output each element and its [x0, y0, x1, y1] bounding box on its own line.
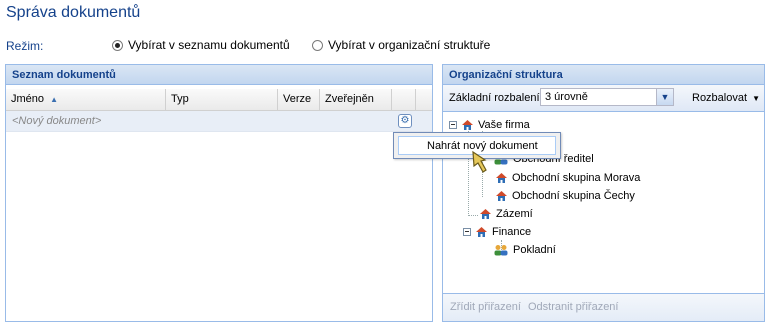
gear-icon[interactable]: ⚙	[398, 114, 412, 128]
expand-level-value: 3 úrovně	[545, 91, 588, 103]
mode-label: Režim:	[6, 39, 44, 53]
mode-radio-org[interactable]: Vybírat v organizační struktuře	[312, 38, 490, 52]
column-header-name[interactable]: Jméno ▲	[6, 89, 166, 110]
radio-unselected-icon[interactable]	[312, 39, 323, 51]
tree-node-sales-group-moravia[interactable]: Obchodní skupina Morava	[495, 172, 640, 184]
collapse-icon[interactable]	[449, 121, 457, 129]
column-header-type[interactable]: Typ	[166, 89, 278, 110]
remove-assignment-button[interactable]: Odstranit přiřazení	[528, 301, 618, 313]
expand-level-label: Základní rozbalení:	[449, 92, 543, 104]
tree-node-label: Pokladní	[513, 244, 556, 256]
org-footer-toolbar: Zřídit přiřazení Odstranit přiřazení	[443, 293, 764, 321]
column-header-version-label: Verze	[283, 93, 312, 105]
org-structure-panel: Organizační struktura Základní rozbalení…	[442, 64, 765, 322]
building-icon	[462, 120, 473, 130]
mode-radio-org-label: Vybírat v organizační struktuře	[328, 38, 491, 52]
tree-node-label: Vaše firma	[478, 119, 530, 131]
tree-node-sales-group-bohemia[interactable]: Obchodní skupina Čechy	[495, 190, 635, 202]
column-header-actions	[392, 89, 416, 110]
tree-node-label: Zázemí	[496, 208, 533, 220]
new-document-placeholder: <Nový dokument>	[12, 115, 102, 127]
mouse-cursor-icon	[472, 150, 487, 173]
tree-node-your-company[interactable]: Vaše firma	[449, 119, 530, 131]
column-header-type-label: Typ	[171, 93, 189, 105]
people-icon	[494, 245, 508, 256]
tree-node-finance[interactable]: Finance	[463, 226, 531, 238]
column-header-published-label: Zveřejněn	[325, 93, 374, 105]
building-icon	[496, 191, 507, 201]
column-header-published[interactable]: Zveřejněn	[320, 89, 392, 110]
tree-node-label: Obchodní skupina Čechy	[512, 190, 635, 202]
building-icon	[480, 209, 491, 219]
documents-panel: Seznam dokumentů Jméno ▲ Typ Verze Zveře…	[5, 64, 433, 322]
expand-menu-button-label: Rozbalovat	[692, 92, 748, 104]
sort-asc-icon: ▲	[50, 95, 59, 104]
expand-menu-button[interactable]: Rozbalovat ▼	[692, 92, 760, 104]
org-toolbar: Základní rozbalení: 3 úrovně ▼ Rozbalova…	[443, 85, 764, 112]
mode-radio-documents-label: Vybírat v seznamu dokumentů	[128, 38, 290, 52]
tree-node-cashier[interactable]: Pokladní	[493, 244, 556, 256]
tree-connector	[468, 215, 478, 216]
new-document-row[interactable]: <Nový dokument> ⚙	[6, 111, 432, 132]
expand-level-select[interactable]: 3 úrovně ▼	[540, 88, 674, 106]
org-structure-panel-title: Organizační struktura	[443, 65, 764, 85]
page-title: Správa dokumentů	[6, 4, 141, 21]
collapse-icon[interactable]	[463, 228, 471, 236]
caret-down-icon: ▼	[752, 94, 761, 103]
tree-node-background[interactable]: Zázemí	[479, 208, 533, 220]
building-icon	[496, 173, 507, 183]
building-icon	[476, 227, 487, 237]
grid-header: Jméno ▲ Typ Verze Zveřejněn	[6, 89, 432, 111]
radio-selected-icon[interactable]	[112, 39, 123, 51]
tree-node-label: Obchodní skupina Morava	[512, 172, 641, 184]
documents-panel-title: Seznam dokumentů	[6, 65, 432, 85]
create-assignment-button[interactable]: Zřídit přiřazení	[450, 301, 521, 313]
tree-node-label: Finance	[492, 226, 532, 238]
column-header-name-label: Jméno	[11, 93, 45, 105]
mode-radio-documents[interactable]: Vybírat v seznamu dokumentů	[112, 38, 290, 52]
chevron-down-icon[interactable]: ▼	[656, 89, 673, 105]
column-header-version[interactable]: Verze	[278, 89, 320, 110]
